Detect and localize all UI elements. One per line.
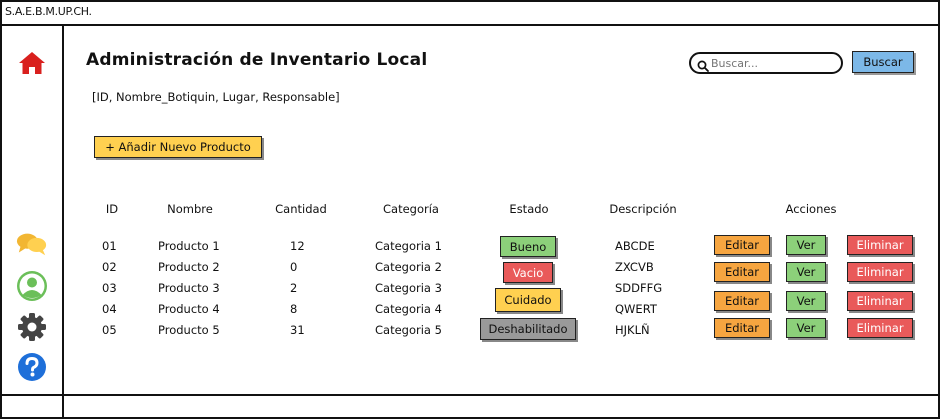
cell-descripcion: HJKLÑ (615, 323, 650, 337)
search-box[interactable] (689, 52, 843, 74)
cell-descripcion: QWERT (615, 302, 657, 316)
page-title: Administración de Inventario Local (86, 50, 428, 70)
col-header-categoria: Categoría (383, 202, 439, 216)
delete-button[interactable]: Eliminar (847, 235, 913, 255)
cell-cantidad: 0 (290, 260, 298, 274)
title-bar: S.A.E.B.M.UP.CH. (0, 0, 940, 26)
search-input[interactable] (711, 55, 833, 71)
search-icon (697, 57, 709, 76)
edit-button[interactable]: Editar (714, 235, 770, 255)
chat-icon[interactable] (16, 228, 48, 260)
cell-descripcion: ABCDE (615, 239, 655, 253)
help-icon[interactable] (16, 351, 48, 383)
home-icon[interactable] (16, 47, 48, 79)
delete-button[interactable]: Eliminar (847, 318, 913, 338)
add-product-button[interactable]: + Añadir Nuevo Producto (94, 136, 262, 158)
status-badge: Cuidado (495, 288, 561, 312)
col-header-estado: Estado (509, 202, 549, 216)
cell-categoria: Categoria 2 (375, 260, 442, 274)
cell-categoria: Categoria 3 (375, 281, 442, 295)
col-header-cantidad: Cantidad (275, 202, 327, 216)
view-button[interactable]: Ver (786, 262, 826, 282)
gear-icon[interactable] (16, 311, 48, 343)
cell-nombre: Producto 2 (158, 260, 220, 274)
cell-id: 02 (102, 260, 117, 274)
cell-nombre: Producto 4 (158, 302, 220, 316)
cell-nombre: Producto 5 (158, 323, 220, 337)
cell-id: 03 (102, 281, 117, 295)
view-button[interactable]: Ver (786, 318, 826, 338)
status-badge: Deshabilitado (480, 318, 576, 340)
cell-nombre: Producto 3 (158, 281, 220, 295)
cell-nombre: Producto 1 (158, 239, 220, 253)
cell-id: 04 (102, 302, 117, 316)
fields-note: [ID, Nombre_Botiquin, Lugar, Responsable… (92, 90, 340, 104)
footer-divider (0, 394, 940, 396)
status-badge: Bueno (500, 236, 556, 257)
view-button[interactable]: Ver (786, 235, 826, 255)
delete-button[interactable]: Eliminar (847, 262, 913, 282)
cell-cantidad: 31 (290, 323, 305, 337)
sidebar-divider (62, 25, 64, 419)
cell-id: 05 (102, 323, 117, 337)
col-header-descripcion: Descripción (609, 202, 677, 216)
search-button[interactable]: Buscar (852, 51, 914, 73)
col-header-id: ID (105, 202, 119, 216)
edit-button[interactable]: Editar (714, 318, 770, 338)
cell-cantidad: 8 (290, 302, 298, 316)
cell-categoria: Categoria 5 (375, 323, 442, 337)
col-header-acciones: Acciones (785, 202, 837, 216)
delete-button[interactable]: Eliminar (847, 291, 913, 311)
cell-cantidad: 2 (290, 281, 298, 295)
cell-id: 01 (102, 239, 117, 253)
edit-button[interactable]: Editar (714, 262, 770, 282)
cell-descripcion: ZXCVB (615, 260, 654, 274)
app-title: S.A.E.B.M.UP.CH. (5, 5, 92, 18)
view-button[interactable]: Ver (786, 291, 826, 311)
cell-categoria: Categoria 4 (375, 302, 442, 316)
cell-descripcion: SDDFFG (615, 281, 663, 295)
edit-button[interactable]: Editar (714, 291, 770, 311)
cell-categoria: Categoria 1 (375, 239, 442, 253)
user-circle-icon[interactable] (16, 270, 48, 302)
cell-cantidad: 12 (290, 239, 305, 253)
status-badge: Vacio (503, 262, 553, 283)
col-header-nombre: Nombre (167, 202, 213, 216)
